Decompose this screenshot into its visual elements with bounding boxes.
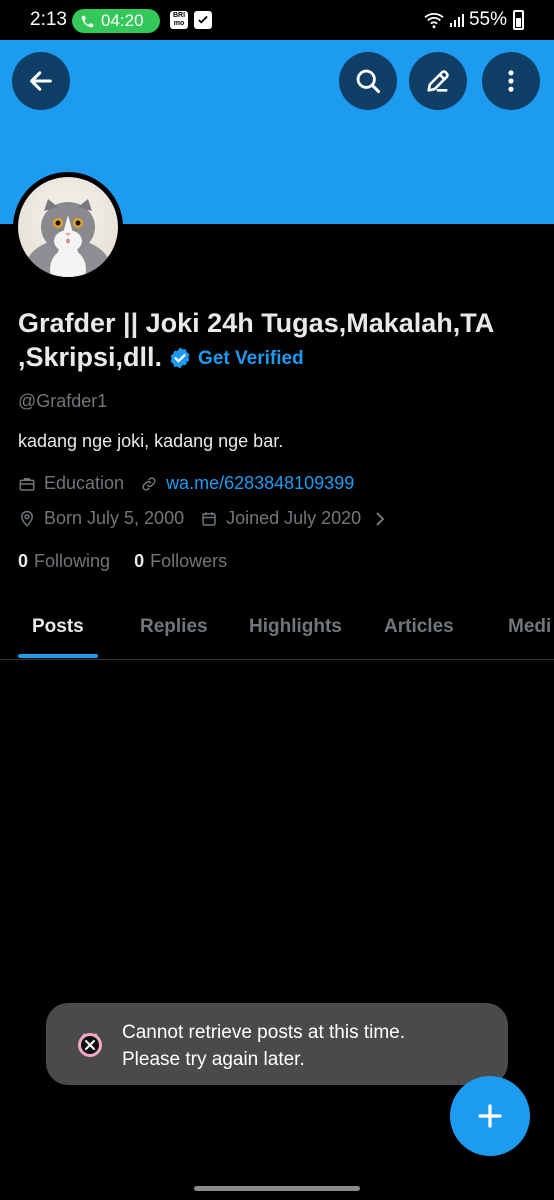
status-right-cluster: 55% [423, 9, 524, 31]
tab-highlights[interactable]: Highlights [249, 616, 342, 638]
following-stat[interactable]: 0 Following [18, 551, 110, 572]
bri-mo-notification-icon: BRI mo [170, 11, 188, 29]
battery-percent: 55% [468, 9, 507, 30]
toast-message: Cannot retrieve posts at this time. Plea… [122, 1019, 492, 1073]
signal-icon [449, 14, 464, 27]
ongoing-call-pill[interactable]: 04:20 [72, 9, 160, 33]
edit-pencil-icon [427, 70, 449, 92]
get-verified-link[interactable]: Get Verified [198, 348, 304, 369]
profile-joined-date: Joined July 2020 [226, 508, 362, 528]
profile-tabs: Posts Replies Highlights Articles Medi [0, 598, 554, 660]
calendar-icon [200, 510, 218, 528]
location-pin-icon [18, 510, 36, 528]
plus-icon [478, 1104, 502, 1128]
tab-replies[interactable]: Replies [140, 616, 208, 638]
edit-button[interactable] [409, 52, 467, 110]
back-arrow-icon [30, 71, 52, 91]
error-toast: Cannot retrieve posts at this time. Plea… [46, 1003, 508, 1085]
profile-category: Education [44, 473, 125, 493]
chevron-right-icon[interactable] [373, 511, 387, 527]
followers-label: Followers [150, 551, 228, 571]
profile-name-block: Grafder || Joki 24h Tugas,Makalah,TA ,Sk… [18, 306, 538, 376]
tab-articles[interactable]: Articles [384, 616, 454, 638]
check-box-icon [194, 11, 212, 29]
tab-posts[interactable]: Posts [32, 616, 84, 638]
profile-handle: @Grafder1 [18, 391, 108, 411]
link-icon [140, 475, 158, 493]
profile-bio: kadang nge joki, kadang nge bar. [18, 431, 284, 451]
tab-media[interactable]: Medi [508, 616, 551, 638]
active-tab-indicator [18, 654, 98, 658]
more-options-button[interactable] [482, 52, 540, 110]
profile-website-link[interactable]: wa.me/6283848109399 [166, 473, 354, 494]
search-button[interactable] [339, 52, 397, 110]
following-label: Following [34, 551, 111, 571]
battery-icon [513, 10, 524, 30]
home-gesture-bar[interactable] [194, 1186, 360, 1191]
back-button[interactable] [12, 52, 70, 110]
followers-stat[interactable]: 0 Followers [134, 551, 227, 572]
compose-post-button[interactable] [450, 1076, 530, 1156]
follow-stats: 0 Following 0 Followers [18, 551, 227, 572]
cat-avatar-image [18, 177, 118, 277]
wifi-icon [424, 13, 444, 29]
status-bar: 2:13 04:20 BRI mo 55% [0, 0, 554, 40]
profile-birthdate: Born July 5, 2000 [44, 508, 185, 528]
briefcase-icon [18, 475, 36, 493]
profile-meta-row-2: Born July 5, 2000 Joined July 2020 [18, 508, 395, 529]
x-app-icon [78, 1033, 102, 1057]
call-timer: 04:20 [101, 11, 144, 30]
verified-badge-icon [170, 347, 190, 369]
status-time: 2:13 [30, 9, 67, 30]
bri-mo-label: BRI mo [172, 12, 186, 27]
toast-line-1: Cannot retrieve posts at this time. [122, 1022, 406, 1043]
more-vertical-icon [508, 70, 514, 92]
phone-icon [81, 15, 94, 27]
profile-avatar[interactable] [13, 172, 123, 282]
followers-count: 0 [134, 551, 145, 571]
search-icon [356, 69, 381, 94]
toast-line-2: Please try again later. [122, 1049, 305, 1070]
profile-meta-row-1: Education wa.me/6283848109399 [18, 473, 354, 494]
following-count: 0 [18, 551, 29, 571]
